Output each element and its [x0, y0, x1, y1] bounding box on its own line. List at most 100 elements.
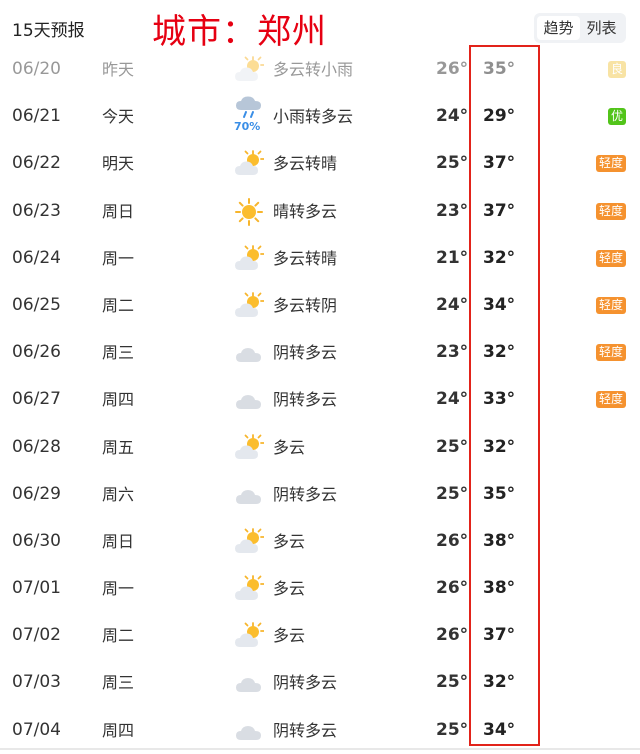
low-temperature: 26°: [436, 530, 469, 551]
air-quality-badge: 轻度: [595, 296, 626, 314]
weather-description: 多云: [273, 437, 306, 457]
forecast-row[interactable]: 06/30 周日 多云 26° 38°: [0, 518, 640, 565]
forecast-day: 周二: [102, 295, 135, 315]
partly-cloudy-icon: [234, 424, 264, 471]
forecast-date: 06/29: [12, 483, 61, 504]
low-temperature: 25°: [436, 483, 469, 504]
forecast-row[interactable]: 07/03 周三 阴转多云 25° 32°: [0, 659, 640, 706]
partly-cloudy-icon: [234, 565, 264, 612]
air-quality-badge: 轻度: [595, 202, 626, 220]
precipitation-chance: 70%: [234, 120, 261, 134]
high-temperature: 34°: [483, 294, 516, 315]
forecast-day: 周三: [102, 673, 135, 693]
overcast-icon: [234, 659, 264, 706]
forecast-row[interactable]: 07/04 周四 阴转多云 25° 34°: [0, 707, 640, 754]
forecast-date: 06/20: [12, 59, 61, 79]
page-title: 15天预报: [12, 21, 85, 41]
low-temperature: 23°: [436, 342, 469, 363]
low-temperature: 25°: [436, 436, 469, 457]
low-temperature: 25°: [436, 153, 469, 174]
overcast-icon: [234, 329, 264, 376]
forecast-date: 06/22: [12, 153, 61, 174]
forecast-date: 06/30: [12, 530, 61, 551]
forecast-row[interactable]: 07/01 周一 多云 26° 38°: [0, 565, 640, 612]
partly-cloudy-icon: [234, 518, 264, 565]
forecast-day: 周日: [102, 201, 135, 221]
partly-cloudy-icon: [234, 140, 264, 187]
forecast-day: 周四: [102, 390, 135, 410]
weather-description: 阴转多云: [273, 720, 338, 740]
forecast-row[interactable]: 06/29 周六 阴转多云 25° 35°: [0, 471, 640, 518]
forecast-day: 周四: [102, 720, 135, 740]
weather-description: 阴转多云: [273, 673, 338, 693]
weather-description: 多云: [273, 579, 306, 599]
forecast-day: 周五: [102, 437, 135, 457]
high-temperature: 35°: [483, 59, 516, 79]
forecast-day: 周日: [102, 531, 135, 551]
forecast-day: 周一: [102, 579, 135, 599]
high-temperature: 37°: [483, 200, 516, 221]
forecast-row[interactable]: 06/24 周一 多云转晴 21° 32° 轻度: [0, 235, 640, 282]
high-temperature: 38°: [483, 530, 516, 551]
low-temperature: 26°: [436, 578, 469, 599]
trend-view-button[interactable]: 趋势: [537, 16, 580, 40]
forecast-day: 周一: [102, 248, 135, 268]
low-temperature: 26°: [436, 625, 469, 646]
high-temperature: 35°: [483, 483, 516, 504]
forecast-day: 周六: [102, 484, 135, 504]
forecast-date: 06/27: [12, 389, 61, 410]
forecast-date: 06/23: [12, 200, 61, 221]
forecast-row[interactable]: 06/25 周二 多云转阴 24° 34° 轻度: [0, 282, 640, 329]
air-quality-badge: 良: [607, 61, 626, 78]
weather-description: 阴转多云: [273, 390, 338, 410]
forecast-day: 周三: [102, 343, 135, 363]
forecast-row[interactable]: 06/23 周日 晴转多云 23° 37° 轻度: [0, 188, 640, 235]
forecast-date: 06/28: [12, 436, 61, 457]
forecast-row[interactable]: 06/27 周四 阴转多云 24° 33° 轻度: [0, 376, 640, 423]
forecast-row[interactable]: 07/02 周二 多云 26° 37°: [0, 612, 640, 659]
forecast-date: 07/02: [12, 625, 61, 646]
high-temperature: 34°: [483, 719, 516, 740]
list-view-button[interactable]: 列表: [580, 16, 623, 40]
forecast-row[interactable]: 06/22 明天 多云转晴 25° 37° 轻度: [0, 140, 640, 187]
forecast-row[interactable]: 06/20 昨天 多云转小雨 26° 35° 良: [0, 46, 640, 93]
low-temperature: 25°: [436, 672, 469, 693]
low-temperature: 23°: [436, 200, 469, 221]
air-quality-badge: 优: [607, 108, 626, 126]
overcast-icon: [234, 471, 264, 518]
forecast-date: 07/01: [12, 578, 61, 599]
low-temperature: 26°: [436, 59, 469, 79]
air-quality-badge: 轻度: [595, 391, 626, 409]
forecast-date: 06/24: [12, 247, 61, 268]
low-temperature: 24°: [436, 294, 469, 315]
high-temperature: 32°: [483, 247, 516, 268]
air-quality-badge: 轻度: [595, 155, 626, 173]
weather-description: 多云: [273, 531, 306, 551]
high-temperature: 33°: [483, 389, 516, 410]
overcast-icon: [234, 707, 264, 754]
high-temperature: 37°: [483, 625, 516, 646]
weather-description: 多云转小雨: [273, 60, 354, 79]
weather-description: 晴转多云: [273, 201, 338, 221]
partly-cloudy-icon: [234, 612, 264, 659]
view-toggle: 趋势 列表: [534, 13, 626, 43]
forecast-day: 明天: [102, 154, 135, 174]
high-temperature: 32°: [483, 436, 516, 457]
air-quality-badge: 轻度: [595, 344, 626, 362]
weather-description: 多云转阴: [273, 295, 338, 315]
forecast-day: 昨天: [102, 60, 135, 79]
forecast-list: 06/20 昨天 多云转小雨 26° 35° 良 06/21 今天 70% 小雨转多云 24° 29°…: [0, 46, 640, 754]
forecast-row[interactable]: 06/26 周三 阴转多云 23° 32° 轻度: [0, 329, 640, 376]
high-temperature: 32°: [483, 672, 516, 693]
low-temperature: 25°: [436, 719, 469, 740]
weather-description: 小雨转多云: [273, 107, 354, 127]
partly-cloudy-icon: [234, 46, 264, 93]
high-temperature: 38°: [483, 578, 516, 599]
weather-description: 多云转晴: [273, 248, 338, 268]
forecast-date: 07/04: [12, 719, 61, 740]
forecast-row[interactable]: 06/21 今天 70% 小雨转多云 24° 29° 优: [0, 93, 640, 140]
high-temperature: 29°: [483, 106, 516, 127]
forecast-row[interactable]: 06/28 周五 多云 25° 32°: [0, 424, 640, 471]
air-quality-badge: 轻度: [595, 249, 626, 267]
overcast-icon: [234, 376, 264, 423]
